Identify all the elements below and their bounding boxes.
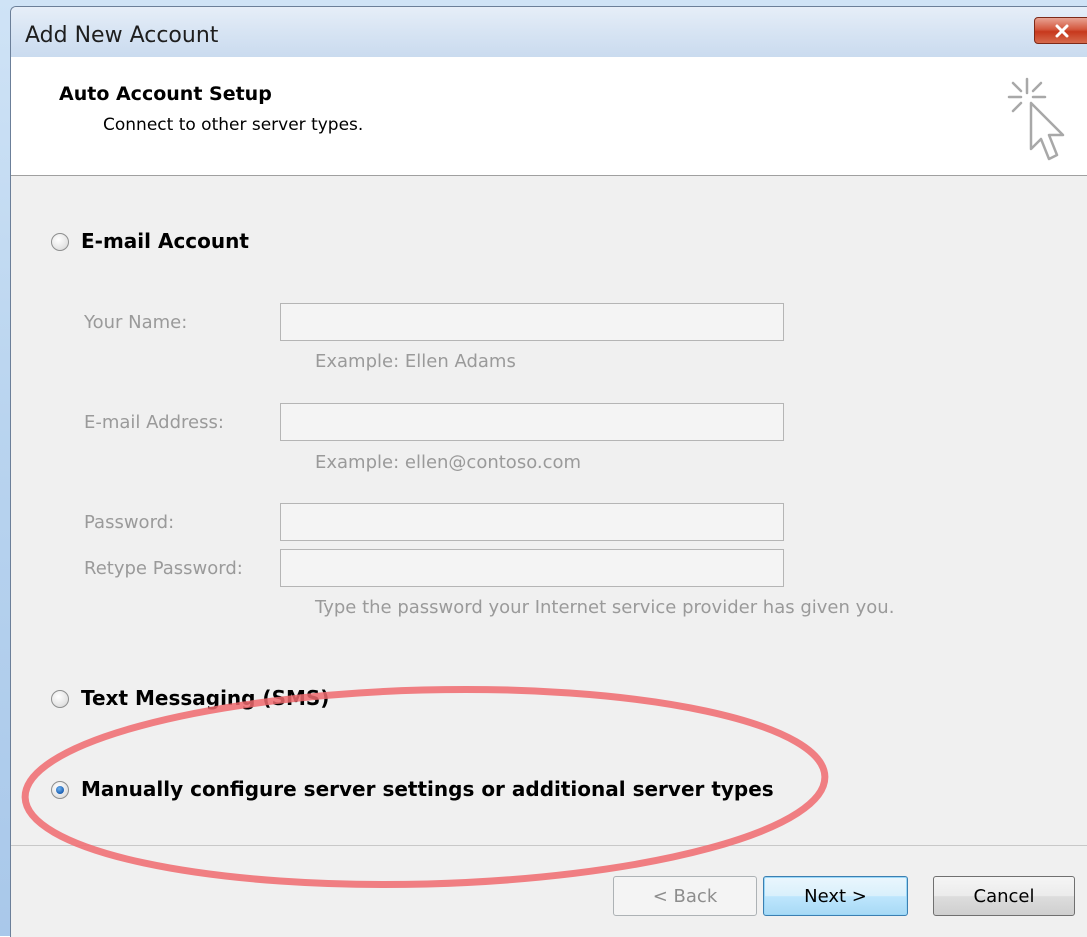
close-icon xyxy=(1055,24,1069,38)
sms-label[interactable]: Text Messaging (SMS) xyxy=(81,686,329,710)
page-title: Auto Account Setup xyxy=(59,83,272,105)
manual-config-radio[interactable] xyxy=(51,781,69,799)
cancel-button[interactable]: Cancel xyxy=(933,876,1075,916)
wizard-header: Auto Account Setup Connect to other serv… xyxy=(11,57,1087,176)
email-address-field[interactable] xyxy=(280,403,784,441)
email-address-hint: Example: ellen@contoso.com xyxy=(315,452,582,473)
your-name-hint: Example: Ellen Adams xyxy=(315,351,516,372)
retype-password-field[interactable] xyxy=(280,549,784,587)
password-label: Password: xyxy=(84,512,175,533)
password-field[interactable] xyxy=(280,503,784,541)
sms-radio[interactable] xyxy=(51,690,69,708)
back-button[interactable]: < Back xyxy=(613,876,757,916)
window-title: Add New Account xyxy=(25,23,219,48)
email-address-label: E-mail Address: xyxy=(84,412,224,433)
footer-divider xyxy=(11,845,1087,846)
retype-password-label: Retype Password: xyxy=(84,558,243,579)
add-account-dialog: Add New Account Auto Account Setup Conne… xyxy=(10,6,1087,937)
your-name-label: Your Name: xyxy=(84,312,188,333)
title-bar[interactable]: Add New Account xyxy=(11,7,1087,57)
manual-config-label[interactable]: Manually configure server settings or ad… xyxy=(81,777,774,801)
next-button[interactable]: Next > xyxy=(763,876,908,916)
your-name-field[interactable] xyxy=(280,303,784,341)
close-button[interactable] xyxy=(1034,17,1087,44)
page-subtitle: Connect to other server types. xyxy=(103,115,364,135)
email-account-radio[interactable] xyxy=(51,233,69,251)
password-hint: Type the password your Internet service … xyxy=(315,597,895,618)
email-account-label[interactable]: E-mail Account xyxy=(81,229,249,253)
wizard-cursor-icon xyxy=(1007,77,1065,161)
